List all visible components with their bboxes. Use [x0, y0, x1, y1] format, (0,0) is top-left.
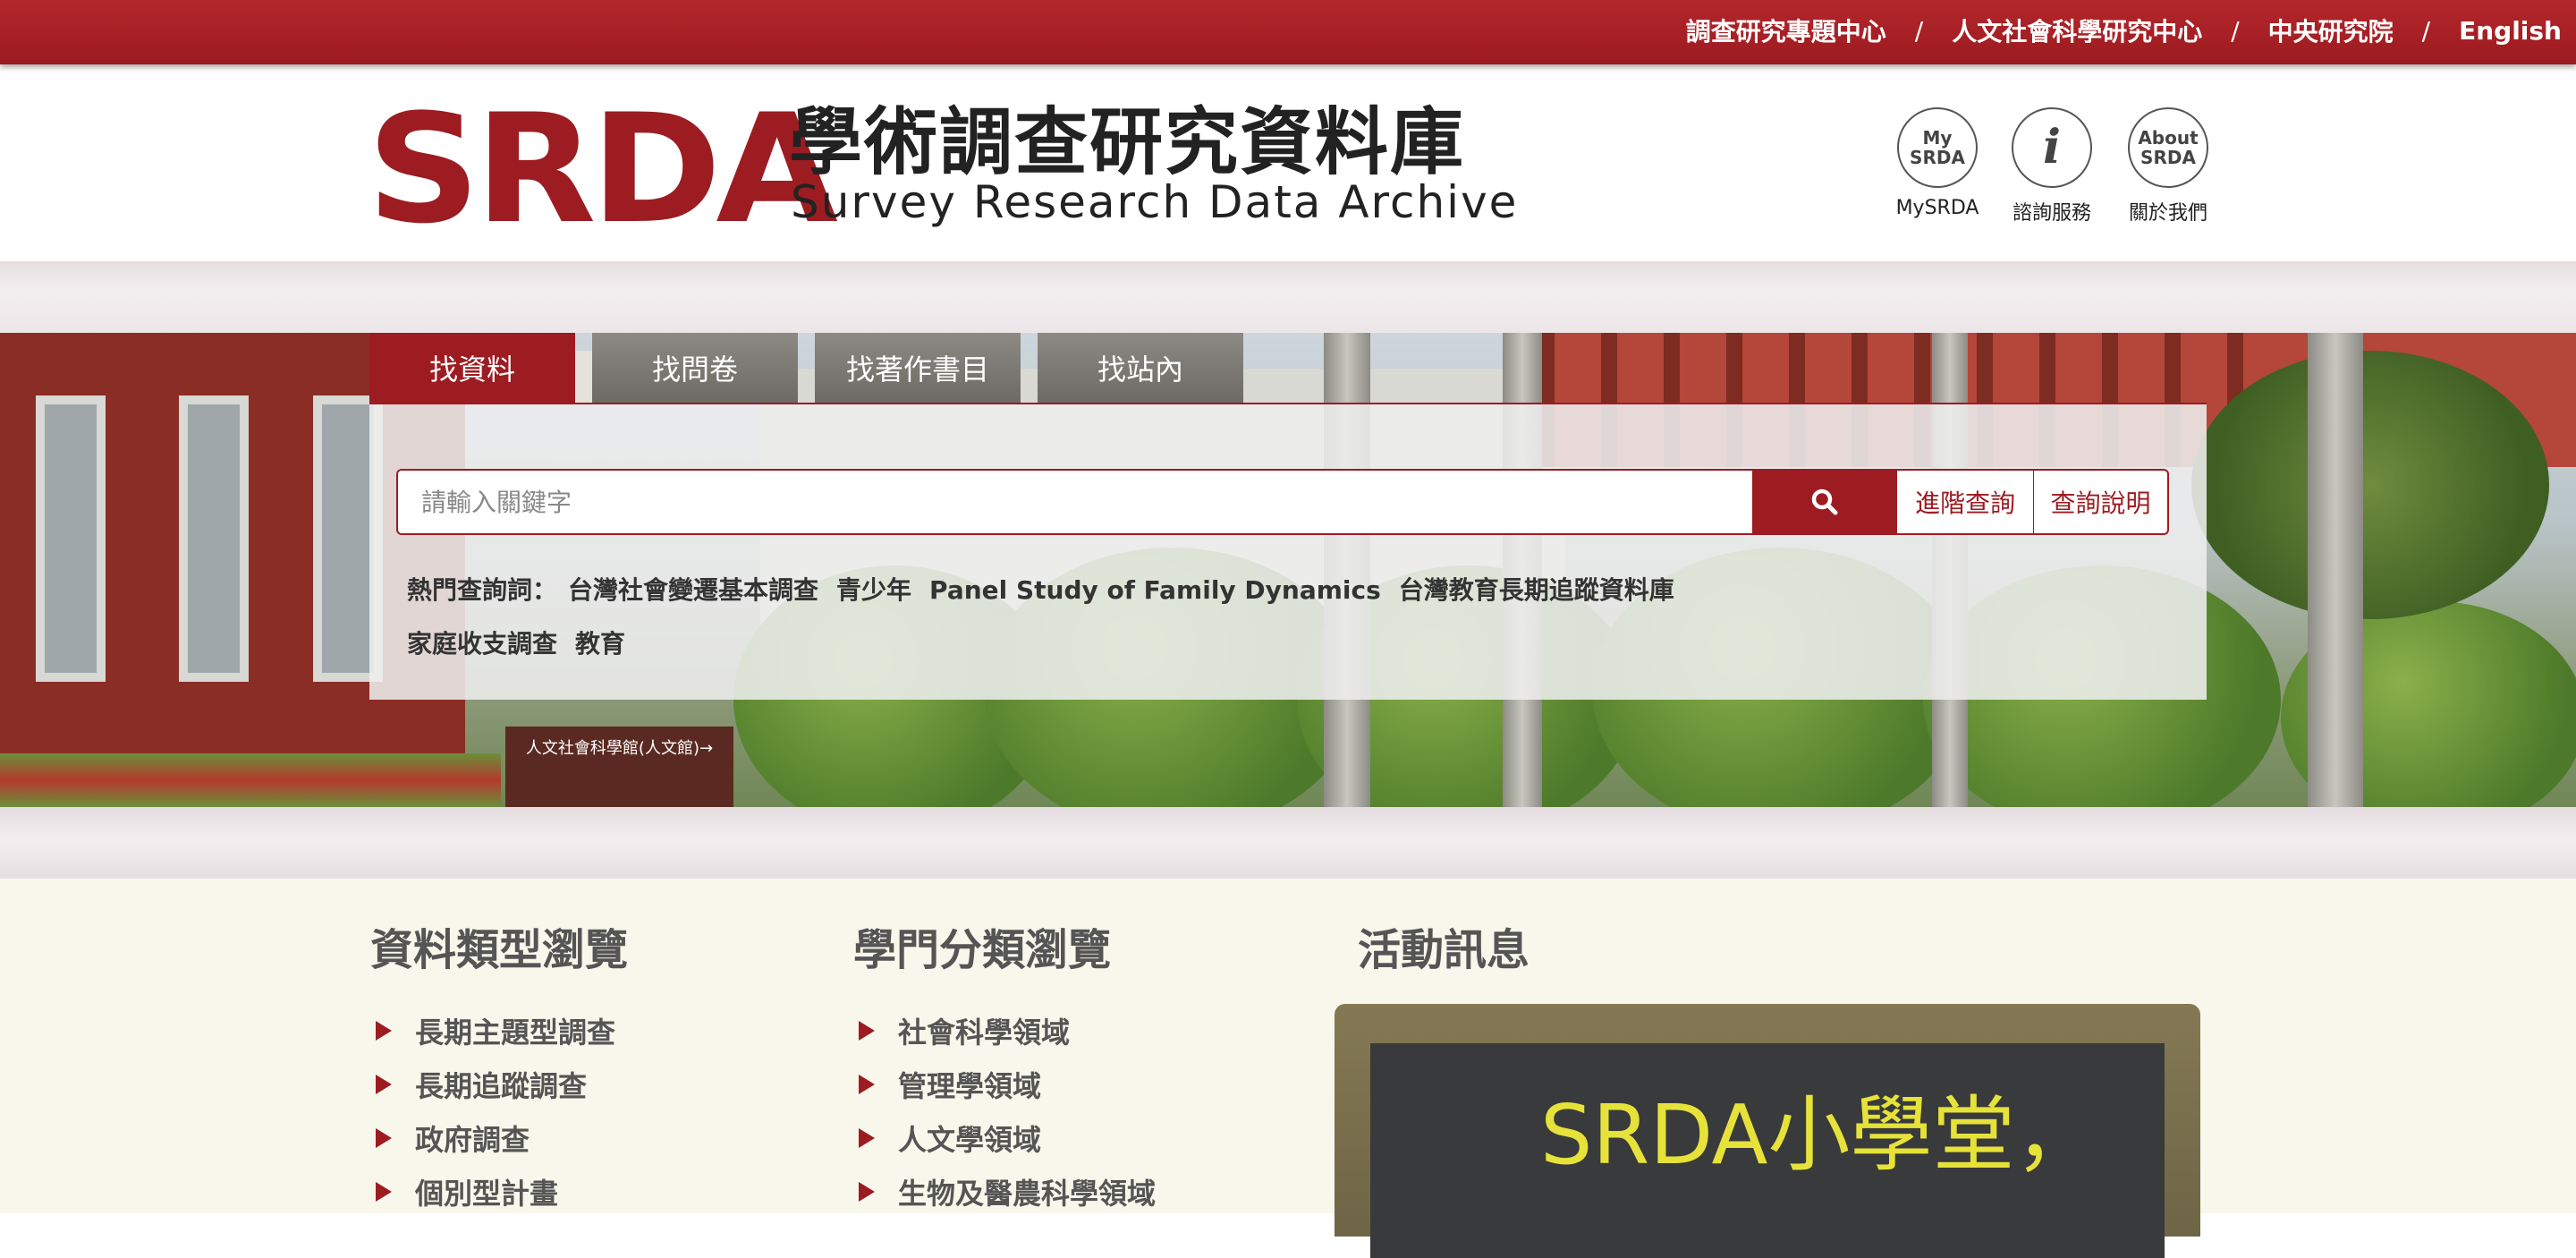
list-item-label: 政府調查 [415, 1123, 530, 1157]
top-link-academia-sinica[interactable]: 中央研究院 [2268, 13, 2394, 48]
hot-keyword[interactable]: 教育 [575, 629, 625, 659]
quick-link-mysrda[interactable]: My SRDA MySRDA [1884, 107, 1991, 219]
triangle-right-icon [859, 1182, 875, 1202]
top-nav: 調查研究專題中心 / 人文社會科學研究中心 / 中央研究院 / English [1686, 0, 2562, 61]
list-item-label: 生物及醫農科學領域 [898, 1177, 1157, 1211]
search-button[interactable] [1752, 469, 1897, 535]
decorative-band [0, 807, 2576, 879]
triangle-right-icon [859, 1128, 875, 1148]
hot-keyword[interactable]: 青少年 [836, 575, 911, 605]
list-item[interactable]: 長期主題型調查 [370, 1004, 615, 1058]
quick-link-label: MySRDA [1895, 197, 1979, 219]
tab-find-data[interactable]: 找資料 [369, 333, 575, 403]
section-title: 活動訊息 [1358, 925, 1530, 975]
tab-find-site[interactable]: 找站內 [1038, 333, 1243, 403]
tab-find-bibliography[interactable]: 找著作書目 [815, 333, 1021, 403]
list-item[interactable]: 政府調查 [370, 1111, 615, 1165]
triangle-right-icon [376, 1075, 392, 1094]
list-item-label: 長期追蹤調查 [415, 1069, 588, 1103]
hot-keyword[interactable]: 家庭收支調查 [407, 629, 557, 659]
site-logo[interactable]: SRDA 學術調查研究資料庫 Survey Research Data Arch… [367, 81, 1516, 257]
site-header: SRDA 學術調查研究資料庫 Survey Research Data Arch… [0, 64, 2576, 261]
list-item[interactable]: 管理學領域 [853, 1058, 1156, 1111]
quick-link-about[interactable]: About SRDA 關於我們 [2114, 107, 2222, 225]
triangle-right-icon [859, 1075, 875, 1094]
list-item-label: 個別型計畫 [415, 1177, 559, 1211]
info-icon[interactable]: i [2012, 107, 2092, 188]
search-input[interactable] [396, 469, 1752, 535]
triangle-right-icon [376, 1128, 392, 1148]
top-link-survey-center[interactable]: 調查研究專題中心 [1686, 13, 1886, 48]
list-item[interactable]: 人文學領域 [853, 1111, 1156, 1165]
top-nav-separator: / [2421, 15, 2431, 46]
browse-section: 資料類型瀏覽 長期主題型調查 長期追蹤調查 政府調查 個別型計畫 學門分類瀏覽 … [0, 879, 2576, 1258]
list-item[interactable]: 長期追蹤調查 [370, 1058, 615, 1111]
triangle-right-icon [376, 1021, 392, 1041]
list-item-label: 人文學領域 [898, 1123, 1042, 1157]
top-link-rchss[interactable]: 人文社會科學研究中心 [1952, 13, 2202, 48]
logo-title-en: Survey Research Data Archive [791, 176, 1519, 228]
hot-keywords-label: 熱門查詢詞： [407, 575, 558, 605]
triangle-right-icon [859, 1021, 875, 1041]
section-title: 學門分類瀏覽 [853, 925, 1112, 975]
search-bar: 進階查詢 查詢說明 [396, 469, 2169, 535]
hero-sign: 人文社會科學館(人文館)→ [505, 727, 733, 807]
data-type-list: 長期主題型調查 長期追蹤調查 政府調查 個別型計畫 [370, 1004, 615, 1219]
quick-link-label: 關於我們 [2128, 202, 2207, 225]
triangle-right-icon [376, 1182, 392, 1202]
search-panel: 進階查詢 查詢說明 熱門查詢詞： 台灣社會變遷基本調查青少年 Panel Study… [369, 403, 2207, 700]
list-item-label: 長期主題型調查 [415, 1016, 616, 1050]
discipline-list: 社會科學領域 管理學領域 人文學領域 生物及醫農科學領域 [853, 1004, 1156, 1219]
search-tabs: 找資料 找問卷 找著作書目 找站內 [369, 333, 1260, 403]
about-srda-icon[interactable]: About SRDA [2128, 107, 2208, 188]
quick-link-label: 諮詢服務 [2012, 202, 2091, 225]
hot-keywords: 熱門查詢詞： 台灣社會變遷基本調查 青少年 Panel Study of Family… [407, 564, 2160, 671]
event-banner-text: SRDA小學堂， [1540, 1087, 2097, 1183]
list-item[interactable]: 個別型計畫 [370, 1165, 615, 1219]
search-icon [1811, 489, 1838, 515]
my-srda-icon[interactable]: My SRDA [1897, 107, 1978, 188]
hot-keyword[interactable]: Panel Study of Family Dynamics [929, 575, 1381, 605]
event-banner[interactable]: SRDA小學堂， [1335, 1004, 2200, 1258]
hot-keyword[interactable]: 台灣社會變遷基本調查 [568, 575, 818, 605]
list-item-label: 管理學領域 [898, 1069, 1042, 1103]
top-nav-separator: / [1914, 15, 1924, 46]
top-nav-separator: / [2231, 15, 2240, 46]
hot-keyword[interactable]: 台灣教育長期追蹤資料庫 [1399, 575, 1674, 605]
top-link-english[interactable]: English [2459, 16, 2562, 46]
search-help-button[interactable]: 查詢說明 [2033, 469, 2169, 535]
top-bar: 調查研究專題中心 / 人文社會科學研究中心 / 中央研究院 / English [0, 0, 2576, 64]
quick-link-consulting[interactable]: i 諮詢服務 [1998, 107, 2106, 225]
section-title: 資料類型瀏覽 [370, 925, 629, 975]
logo-title-zh: 學術調查研究資料庫 [789, 100, 1466, 185]
list-item[interactable]: 生物及醫農科學領域 [853, 1165, 1156, 1219]
logo-mark: SRDA [367, 81, 838, 257]
tab-find-questionnaire[interactable]: 找問卷 [592, 333, 798, 403]
advanced-search-button[interactable]: 進階查詢 [1897, 469, 2034, 535]
list-item-label: 社會科學領域 [898, 1016, 1071, 1050]
list-item[interactable]: 社會科學領域 [853, 1004, 1156, 1058]
decorative-band [0, 261, 2576, 333]
